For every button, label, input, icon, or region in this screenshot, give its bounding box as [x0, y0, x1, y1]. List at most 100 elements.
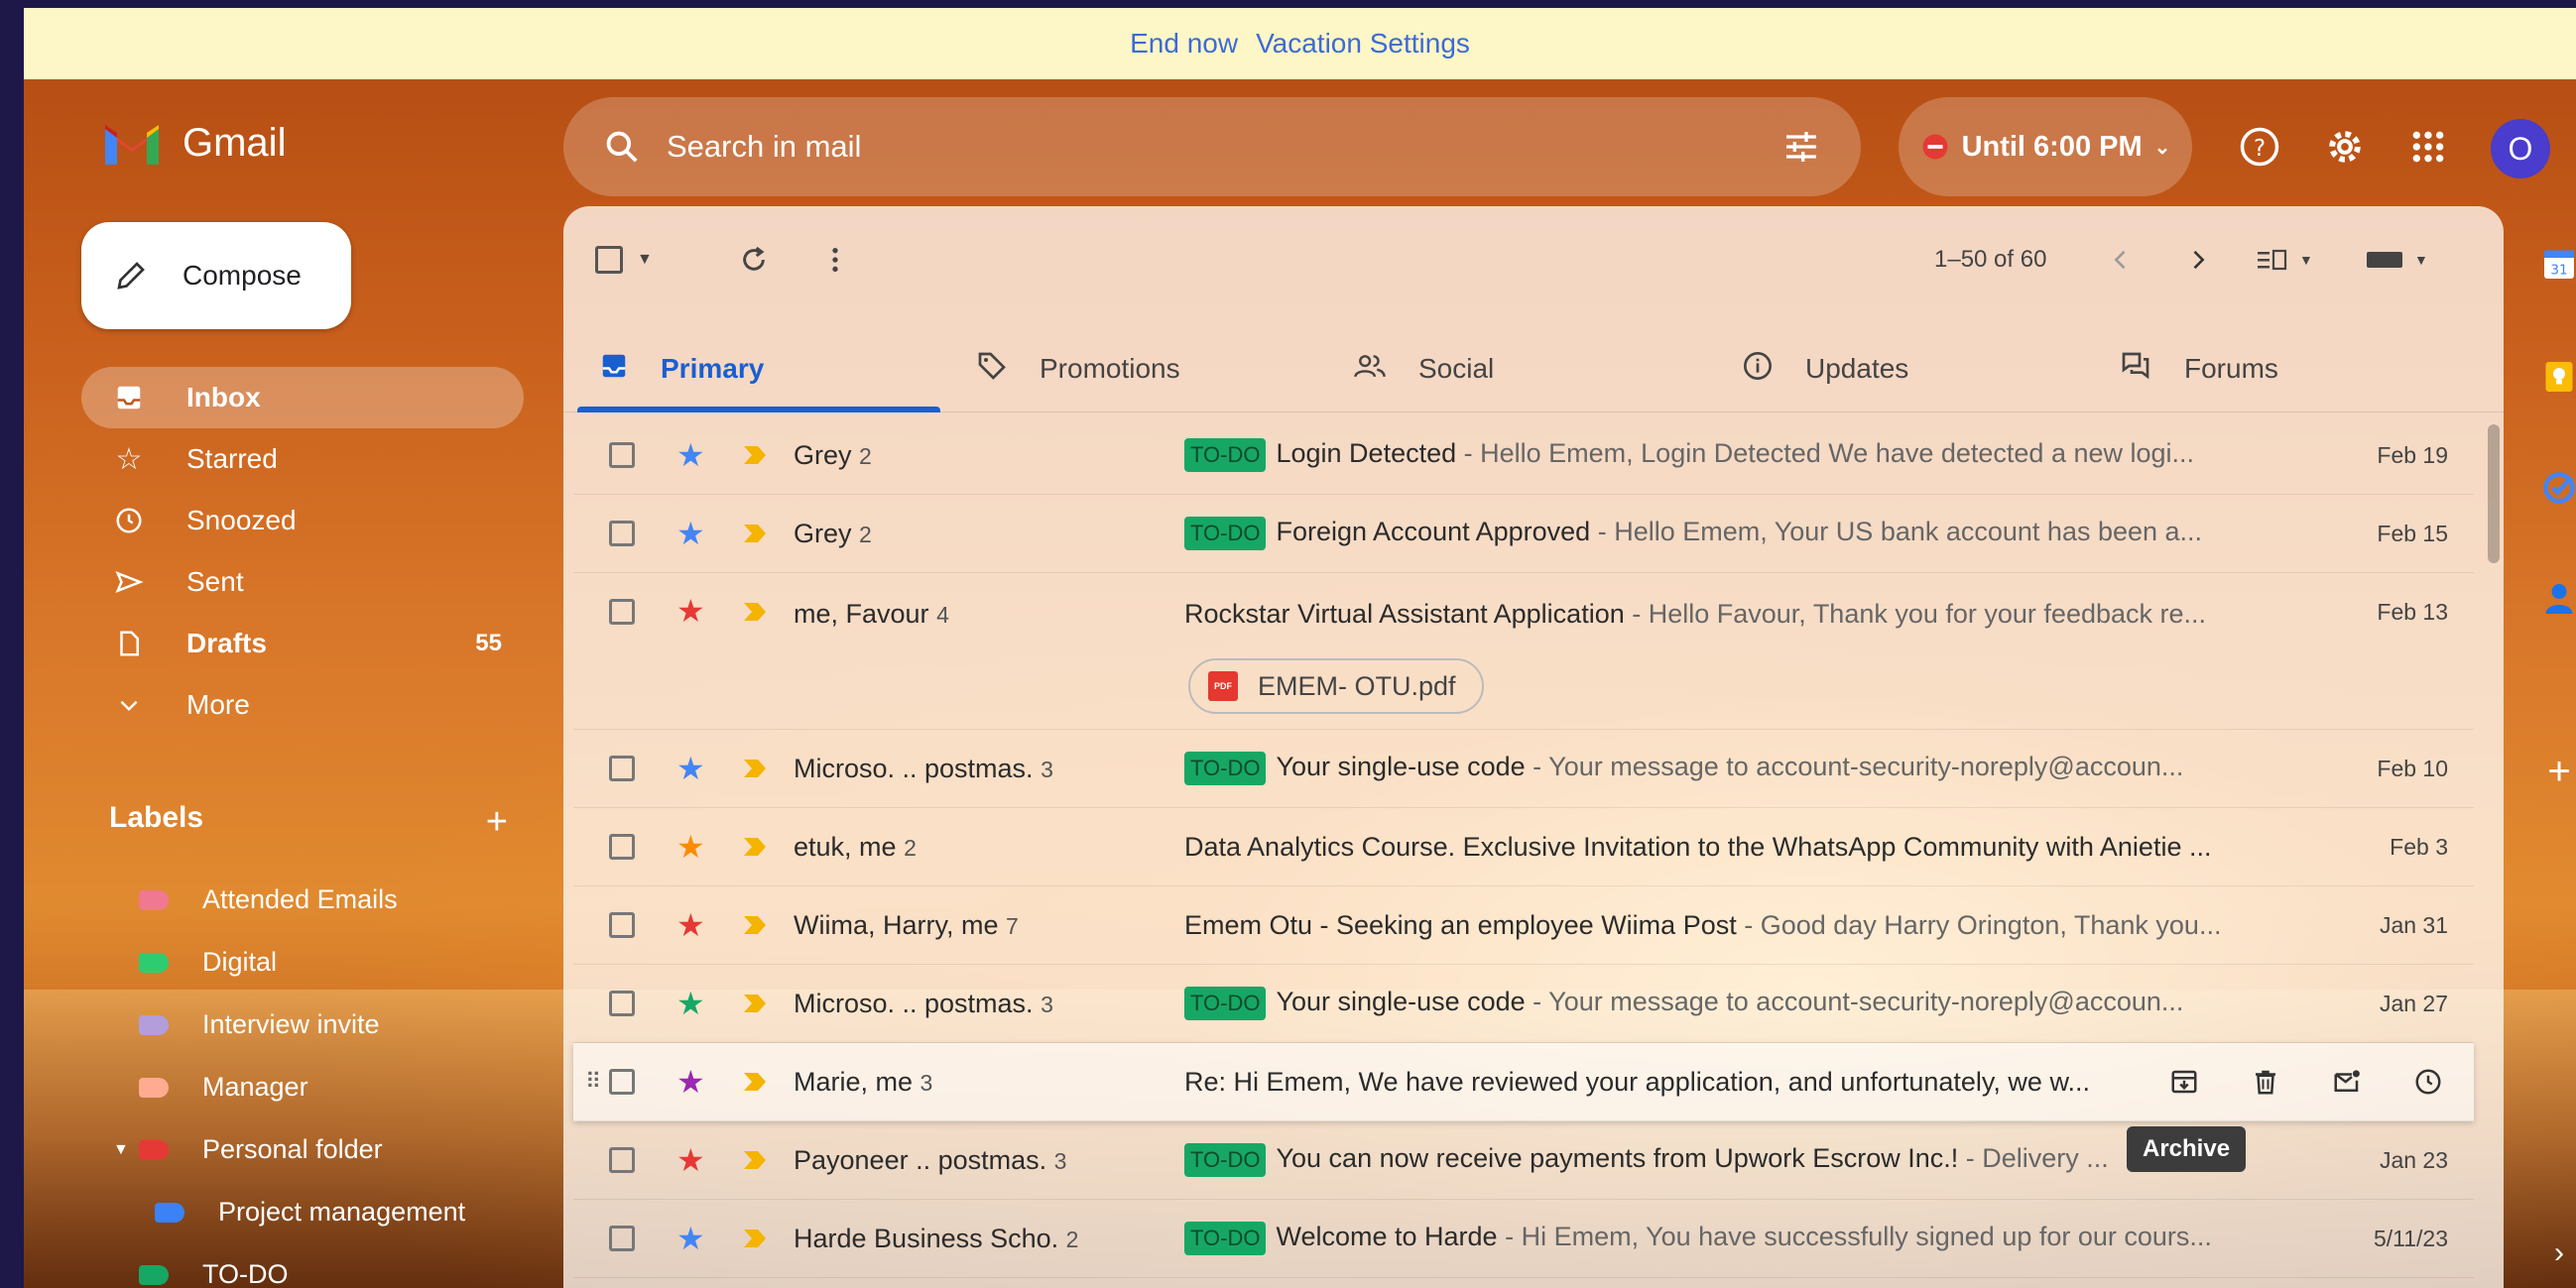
vacation-settings-link[interactable]: Vacation Settings: [1256, 28, 1470, 59]
email-row[interactable]: ★ Harde Business Scho. 2 TO-DO Welcome to…: [573, 1200, 2474, 1278]
star-icon[interactable]: ★: [676, 831, 705, 863]
important-marker-icon[interactable]: [744, 760, 766, 777]
search-icon[interactable]: [603, 128, 641, 166]
help-icon[interactable]: ?: [2236, 123, 2283, 171]
search-bar[interactable]: Search in mail: [563, 97, 1861, 196]
row-checkbox[interactable]: [609, 991, 635, 1016]
label-to-do[interactable]: TO-DO: [81, 1243, 524, 1288]
email-row-hovered[interactable]: ⠿ ★ Marie, me 3 Re: Hi Emem, We have rev…: [573, 1043, 2474, 1121]
tab-primary[interactable]: Primary: [563, 325, 940, 412]
star-icon[interactable]: ★: [676, 909, 705, 941]
label-interview-invite[interactable]: Interview invite: [81, 994, 524, 1056]
sidebar-item-inbox[interactable]: Inbox: [81, 367, 524, 428]
row-checkbox[interactable]: [609, 756, 635, 781]
email-row[interactable]: ★ Grey 2 TO-DO Foreign Account Approved -…: [573, 495, 2474, 573]
label-personal-folder[interactable]: ▼ Personal folder: [81, 1118, 524, 1181]
gmail-logo[interactable]: Gmail: [101, 119, 286, 167]
attachment-chip[interactable]: PDF EMEM- OTU.pdf: [1188, 658, 1484, 714]
label-manager[interactable]: Manager: [81, 1056, 524, 1118]
settings-gear-icon[interactable]: [2321, 123, 2369, 171]
important-marker-icon[interactable]: [744, 916, 766, 934]
row-checkbox[interactable]: [609, 599, 635, 625]
important-marker-icon[interactable]: [744, 1151, 766, 1169]
email-subject: TO-DO You can now receive payments from U…: [1184, 1143, 2256, 1177]
keep-notes-icon[interactable]: [2541, 359, 2576, 395]
star-icon[interactable]: ★: [676, 595, 705, 627]
chevron-right-icon[interactable]: [2184, 240, 2212, 280]
star-icon[interactable]: ★: [676, 1066, 705, 1098]
sidebar-item-more[interactable]: More: [81, 674, 524, 736]
important-marker-icon[interactable]: [744, 1073, 766, 1091]
row-checkbox[interactable]: [609, 1069, 635, 1095]
expand-caret-icon[interactable]: ▼: [113, 1141, 129, 1159]
search-options-icon[interactable]: [1781, 127, 1821, 167]
tab-social[interactable]: Social: [1317, 325, 1694, 412]
chevron-left-icon[interactable]: [2107, 240, 2135, 280]
row-checkbox[interactable]: [609, 521, 635, 546]
email-row[interactable]: ★ Grey 2 TO-DO Login Detected - Hello Eme…: [573, 416, 2474, 495]
inbox-icon: [599, 351, 629, 388]
sidebar-item-starred[interactable]: ☆ Starred: [81, 428, 524, 490]
star-icon[interactable]: ★: [676, 1144, 705, 1176]
refresh-icon[interactable]: [738, 240, 770, 280]
important-marker-icon[interactable]: [744, 446, 766, 464]
row-checkbox[interactable]: [609, 834, 635, 860]
important-marker-icon[interactable]: [744, 995, 766, 1012]
search-input[interactable]: Search in mail: [667, 129, 1756, 165]
tab-promotions[interactable]: Promotions: [940, 325, 1317, 412]
label-text: Manager: [202, 1072, 308, 1102]
expand-side-panel-icon[interactable]: ›: [2541, 1235, 2576, 1271]
email-row[interactable]: ★ me, Favour 4 Rockstar Virtual Assistan…: [573, 573, 2474, 730]
email-row[interactable]: ★ Microso. .. postmas. 3 TO-DO Your singl…: [573, 965, 2474, 1043]
add-addon-icon[interactable]: +: [2541, 750, 2576, 793]
important-marker-icon[interactable]: [744, 603, 766, 621]
status-dropdown[interactable]: Until 6:00 PM ⌄: [1899, 97, 2192, 196]
add-label-button[interactable]: +: [486, 801, 508, 844]
delete-trash-icon[interactable]: [2250, 1066, 2281, 1098]
tab-forums[interactable]: Forums: [2083, 325, 2460, 412]
todo-label-chip: TO-DO: [1184, 438, 1267, 472]
sidebar-item-drafts[interactable]: Drafts 55: [81, 613, 524, 674]
calendar-icon[interactable]: 31: [2541, 246, 2576, 282]
mark-as-unread-icon[interactable]: [2331, 1066, 2363, 1098]
email-row[interactable]: ★ Microso. .. postmas. 3 TO-DO Your singl…: [573, 730, 2474, 808]
apps-grid-icon[interactable]: [2404, 123, 2452, 171]
snooze-clock-icon[interactable]: [2412, 1066, 2444, 1098]
account-avatar[interactable]: O: [2491, 119, 2550, 178]
sidebar-item-sent[interactable]: Sent: [81, 551, 524, 613]
mail-list-scrollbar[interactable]: [2488, 424, 2500, 563]
forum-icon: [2119, 350, 2152, 389]
email-sender: Marie, me 3: [794, 1066, 933, 1097]
label-digital[interactable]: Digital: [81, 931, 524, 994]
row-checkbox[interactable]: [609, 1226, 635, 1251]
end-now-link[interactable]: End now: [1130, 28, 1238, 59]
tasks-icon[interactable]: [2541, 470, 2576, 506]
email-sender: Payoneer .. postmas. 3: [794, 1144, 1067, 1175]
important-marker-icon[interactable]: [744, 525, 766, 542]
row-checkbox[interactable]: [609, 1147, 635, 1173]
email-date: Feb 3: [2390, 833, 2448, 860]
label-attended-emails[interactable]: Attended Emails: [81, 869, 524, 931]
input-tools-keyboard-icon[interactable]: ▼: [2365, 240, 2428, 280]
important-marker-icon[interactable]: [744, 1229, 766, 1247]
row-checkbox[interactable]: [609, 912, 635, 938]
email-row[interactable]: ★ Wiima, Harry, me 7 Emem Otu - Seeking …: [573, 886, 2474, 965]
label-project-management[interactable]: Project management: [81, 1181, 524, 1243]
star-icon[interactable]: ★: [676, 1223, 705, 1254]
select-all-checkbox[interactable]: ▼: [595, 240, 653, 280]
email-row[interactable]: ★ etuk, me 2 Data Analytics Course. Excl…: [573, 808, 2474, 886]
sidebar-item-snoozed[interactable]: Snoozed: [81, 490, 524, 551]
star-icon[interactable]: ★: [676, 753, 705, 784]
star-icon[interactable]: ★: [676, 439, 705, 471]
tab-updates[interactable]: Updates: [1706, 325, 2083, 412]
row-checkbox[interactable]: [609, 442, 635, 468]
star-icon[interactable]: ★: [676, 988, 705, 1019]
split-pane-toggle-icon[interactable]: ▼: [2256, 240, 2313, 280]
more-vert-icon[interactable]: [819, 240, 851, 280]
contacts-icon[interactable]: [2541, 581, 2576, 617]
drag-handle-icon[interactable]: ⠿: [585, 1069, 601, 1095]
star-icon[interactable]: ★: [676, 518, 705, 549]
compose-button[interactable]: Compose: [81, 222, 351, 329]
archive-icon[interactable]: [2168, 1066, 2200, 1098]
important-marker-icon[interactable]: [744, 838, 766, 856]
